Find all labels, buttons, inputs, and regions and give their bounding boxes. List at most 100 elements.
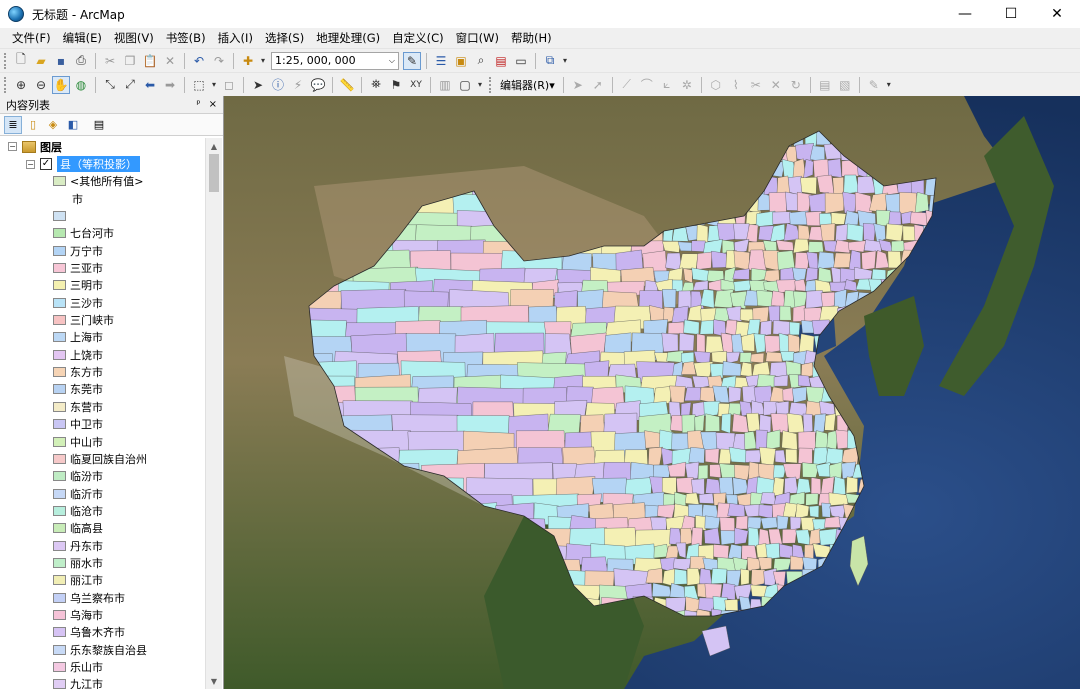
county-polygon[interactable]: [762, 250, 780, 271]
county-polygon[interactable]: [710, 568, 728, 585]
county-polygon[interactable]: [724, 599, 739, 611]
county-polygon[interactable]: [832, 476, 846, 497]
reshape-icon[interactable]: ⌇: [727, 76, 745, 94]
county-polygon[interactable]: [782, 528, 797, 544]
county-polygon[interactable]: [717, 223, 736, 242]
menu-window[interactable]: 窗口(W): [450, 30, 505, 46]
fixed-zoom-in-icon[interactable]: ⤡: [101, 76, 119, 94]
legend-item[interactable]: 中山市: [0, 433, 205, 450]
python-window-icon[interactable]: ▭: [512, 52, 530, 70]
county-polygon[interactable]: [813, 413, 827, 434]
legend-item[interactable]: 乐山市: [0, 658, 205, 675]
county-polygon[interactable]: [662, 477, 677, 496]
county-polygon[interactable]: [845, 476, 858, 494]
copy-icon[interactable]: ❐: [121, 52, 139, 70]
county-polygon[interactable]: [697, 464, 709, 480]
county-polygon[interactable]: [789, 516, 802, 531]
county-polygon[interactable]: [667, 321, 685, 335]
legend-other-values-row[interactable]: <其他所有值>: [0, 173, 205, 190]
county-polygon[interactable]: [816, 174, 835, 195]
county-polygon[interactable]: [721, 413, 732, 434]
county-polygon[interactable]: [774, 449, 786, 464]
county-polygon[interactable]: [790, 555, 804, 570]
county-polygon[interactable]: [666, 350, 684, 363]
county-polygon[interactable]: [779, 305, 792, 321]
county-polygon[interactable]: [756, 290, 774, 308]
menu-customize[interactable]: 自定义(C): [386, 30, 450, 46]
trace-icon[interactable]: ⟀: [658, 76, 676, 94]
county-polygon[interactable]: [681, 414, 696, 434]
list-by-source-icon[interactable]: ▯: [24, 116, 42, 134]
toolbar-grip[interactable]: [4, 76, 8, 93]
county-polygon[interactable]: [755, 210, 776, 227]
toolbar-grip[interactable]: [489, 76, 493, 93]
legend-item[interactable]: 九江市: [0, 676, 205, 689]
cut-icon[interactable]: ✂: [101, 52, 119, 70]
legend-item[interactable]: [0, 207, 205, 224]
county-polygon[interactable]: [713, 544, 730, 560]
county-polygon[interactable]: [728, 386, 742, 403]
county-polygon[interactable]: [699, 568, 712, 585]
scrollbar-thumb[interactable]: [209, 154, 219, 192]
county-polygon[interactable]: [888, 211, 902, 226]
county-polygon[interactable]: [789, 210, 809, 225]
county-polygon[interactable]: [768, 305, 780, 323]
county-polygon[interactable]: [846, 223, 864, 242]
county-polygon[interactable]: [764, 335, 781, 354]
legend-item[interactable]: 乌兰察布市: [0, 589, 205, 606]
county-polygon[interactable]: [810, 477, 822, 495]
county-polygon[interactable]: [673, 568, 688, 585]
county-polygon[interactable]: [733, 223, 750, 240]
legend-item[interactable]: 临高县: [0, 520, 205, 537]
pin-icon[interactable]: ᵖ: [196, 99, 200, 110]
county-polygon[interactable]: [750, 569, 766, 587]
clear-selection-icon[interactable]: ◻: [220, 76, 238, 94]
county-polygon[interactable]: [760, 516, 778, 529]
county-polygon[interactable]: [782, 387, 794, 402]
layer-visibility-checkbox[interactable]: ✓: [40, 158, 52, 171]
county-polygon[interactable]: [832, 176, 844, 196]
county-polygon[interactable]: [842, 191, 857, 214]
county-polygon[interactable]: [786, 413, 805, 434]
legend-item[interactable]: 三门峡市: [0, 311, 205, 328]
county-polygon[interactable]: [683, 319, 700, 335]
county-polygon[interactable]: [709, 464, 722, 478]
select-features-icon[interactable]: ⬚: [190, 76, 208, 94]
county-polygon[interactable]: [805, 493, 819, 506]
legend-item[interactable]: 临沂市: [0, 485, 205, 502]
county-polygon[interactable]: [834, 289, 847, 308]
county-polygon[interactable]: [645, 568, 663, 584]
county-polygon[interactable]: [745, 449, 762, 463]
county-polygon[interactable]: [735, 515, 749, 530]
search-window-icon[interactable]: ⌕: [472, 52, 490, 70]
county-polygon[interactable]: [676, 477, 694, 495]
legend-item[interactable]: 三明市: [0, 277, 205, 294]
redo-icon[interactable]: ↷: [210, 52, 228, 70]
county-polygon[interactable]: [784, 476, 799, 494]
county-polygon[interactable]: [777, 250, 796, 271]
county-polygon[interactable]: [785, 448, 798, 464]
county-polygon[interactable]: [694, 414, 705, 433]
county-polygon[interactable]: [691, 478, 705, 496]
county-polygon[interactable]: [781, 430, 798, 451]
find-route-icon[interactable]: ⚑: [387, 76, 405, 94]
find-binoculars-icon[interactable]: ⛯: [367, 76, 385, 94]
county-polygon[interactable]: [833, 252, 851, 268]
modelbuilder-icon[interactable]: ⧉: [541, 52, 559, 70]
county-polygon[interactable]: [671, 433, 689, 451]
toolbar-options-icon[interactable]: ▾: [561, 52, 569, 70]
editor-menu-button[interactable]: 编辑器(R)▾: [496, 77, 559, 93]
county-polygon[interactable]: [782, 502, 798, 518]
county-polygon[interactable]: [662, 289, 677, 308]
legend-item[interactable]: 丹东市: [0, 537, 205, 554]
county-polygon[interactable]: [734, 464, 751, 481]
county-polygon[interactable]: [756, 374, 776, 388]
county-polygon[interactable]: [765, 351, 783, 363]
county-polygon[interactable]: [691, 240, 706, 252]
county-polygon[interactable]: [669, 385, 686, 404]
county-polygon[interactable]: [902, 225, 916, 241]
county-polygon[interactable]: [644, 430, 662, 449]
county-polygon[interactable]: [797, 431, 816, 451]
county-polygon[interactable]: [772, 211, 792, 225]
arctoolbox-icon[interactable]: ▤: [492, 52, 510, 70]
